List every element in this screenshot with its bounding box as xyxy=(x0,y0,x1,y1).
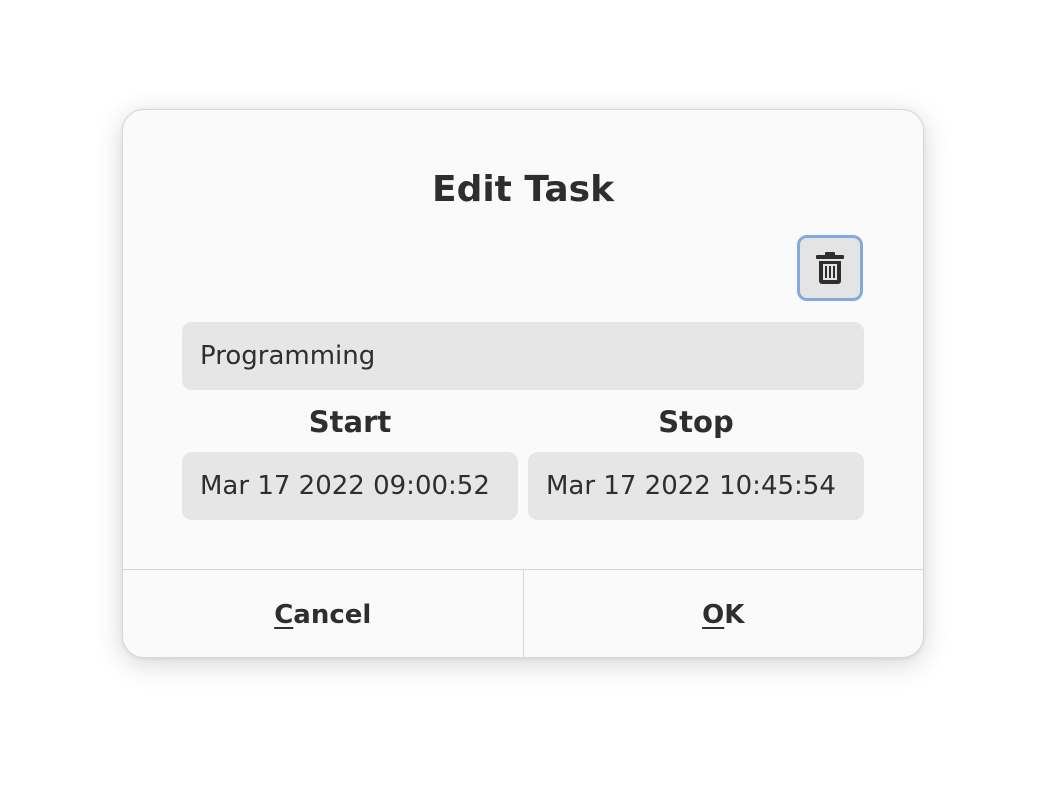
dialog-title: Edit Task xyxy=(431,169,615,210)
task-name-input[interactable]: Programming xyxy=(182,322,864,390)
ok-button[interactable]: OK xyxy=(522,570,924,657)
ok-mnemonic: O xyxy=(702,600,725,630)
cancel-mnemonic: C xyxy=(274,600,294,630)
stop-time-input[interactable]: Mar 17 2022 10:45:54 xyxy=(528,452,864,520)
delete-task-button[interactable] xyxy=(797,235,863,301)
cancel-label: ancel xyxy=(293,600,372,630)
ok-label: K xyxy=(724,600,745,630)
edit-task-dialog: Edit Task Programming Start Stop Mar 17 … xyxy=(122,109,924,658)
trash-icon xyxy=(816,252,844,284)
start-label: Start xyxy=(308,405,392,439)
stop-label: Stop xyxy=(658,405,734,439)
dialog-footer: Cancel OK xyxy=(123,569,924,657)
start-time-input[interactable]: Mar 17 2022 09:00:52 xyxy=(182,452,518,520)
cancel-button[interactable]: Cancel xyxy=(123,570,523,657)
task-name-value: Programming xyxy=(200,341,376,371)
start-time-value: Mar 17 2022 09:00:52 xyxy=(200,471,490,501)
stop-time-value: Mar 17 2022 10:45:54 xyxy=(546,471,836,501)
